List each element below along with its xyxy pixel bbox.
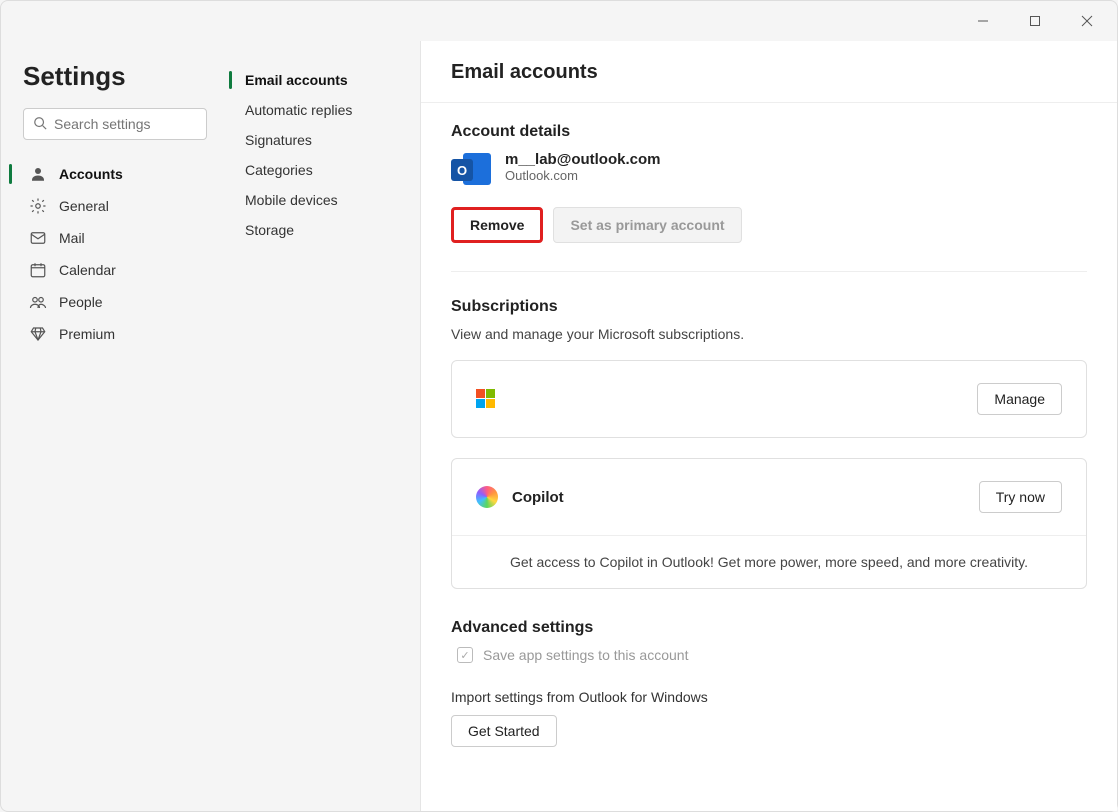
subnav-mobile-devices[interactable]: Mobile devices [235,185,410,215]
manage-button[interactable]: Manage [977,383,1062,415]
nav-label: General [59,198,109,214]
try-now-button[interactable]: Try now [979,481,1062,513]
maximize-button[interactable] [1013,6,1057,36]
copilot-desc: Get access to Copilot in Outlook! Get mo… [452,535,1086,588]
nav-label: Calendar [59,262,116,278]
account-provider: Outlook.com [505,168,661,183]
nav-general[interactable]: General [19,190,211,222]
content-scroll[interactable]: Account details O m__lab@outlook.com Out… [421,103,1117,811]
get-started-button[interactable]: Get Started [451,715,557,747]
subnav-email-accounts[interactable]: Email accounts [235,65,410,95]
people-icon [29,293,47,311]
accounts-subsidebar: Email accounts Automatic replies Signatu… [221,41,421,811]
nav-label: Premium [59,326,115,342]
save-settings-label: Save app settings to this account [483,647,688,663]
subnav-signatures[interactable]: Signatures [235,125,410,155]
gear-icon [29,197,47,215]
microsoft-subscription-card: Manage [451,360,1087,438]
nav-people[interactable]: People [19,286,211,318]
subnav-automatic-replies[interactable]: Automatic replies [235,95,410,125]
person-icon [29,165,47,183]
microsoft-logo-icon [476,389,496,409]
subnav-storage[interactable]: Storage [235,215,410,245]
calendar-icon [29,261,47,279]
settings-sidebar: Settings Accounts General Mail Calendar [1,41,221,811]
close-button[interactable] [1065,6,1109,36]
nav-label: Mail [59,230,85,246]
nav-calendar[interactable]: Calendar [19,254,211,286]
minimize-button[interactable] [961,6,1005,36]
nav-premium[interactable]: Premium [19,318,211,350]
settings-title: Settings [19,61,211,92]
remove-button[interactable]: Remove [451,207,543,243]
nav-label: People [59,294,103,310]
window-titlebar [1,1,1117,41]
diamond-icon [29,325,47,343]
nav-label: Accounts [59,166,123,182]
subscriptions-desc: View and manage your Microsoft subscript… [451,326,1087,342]
copilot-title: Copilot [512,489,564,506]
import-title: Import settings from Outlook for Windows [451,689,1087,705]
save-settings-checkbox[interactable]: ✓ [457,647,473,663]
outlook-icon: O [451,151,491,189]
nav-accounts[interactable]: Accounts [19,158,211,190]
set-primary-button: Set as primary account [553,207,741,243]
copilot-icon [476,486,498,508]
search-icon [33,116,47,135]
copilot-card: Copilot Try now Get access to Copilot in… [451,458,1087,589]
advanced-title: Advanced settings [451,619,1087,637]
page-title: Email accounts [451,61,1087,84]
mail-icon [29,229,47,247]
subscriptions-title: Subscriptions [451,298,1087,316]
account-email: m__lab@outlook.com [505,151,661,168]
subnav-categories[interactable]: Categories [235,155,410,185]
content-panel: Email accounts Account details O m__lab@… [421,41,1117,811]
nav-mail[interactable]: Mail [19,222,211,254]
search-input[interactable] [23,108,207,140]
account-details-title: Account details [451,123,1087,141]
